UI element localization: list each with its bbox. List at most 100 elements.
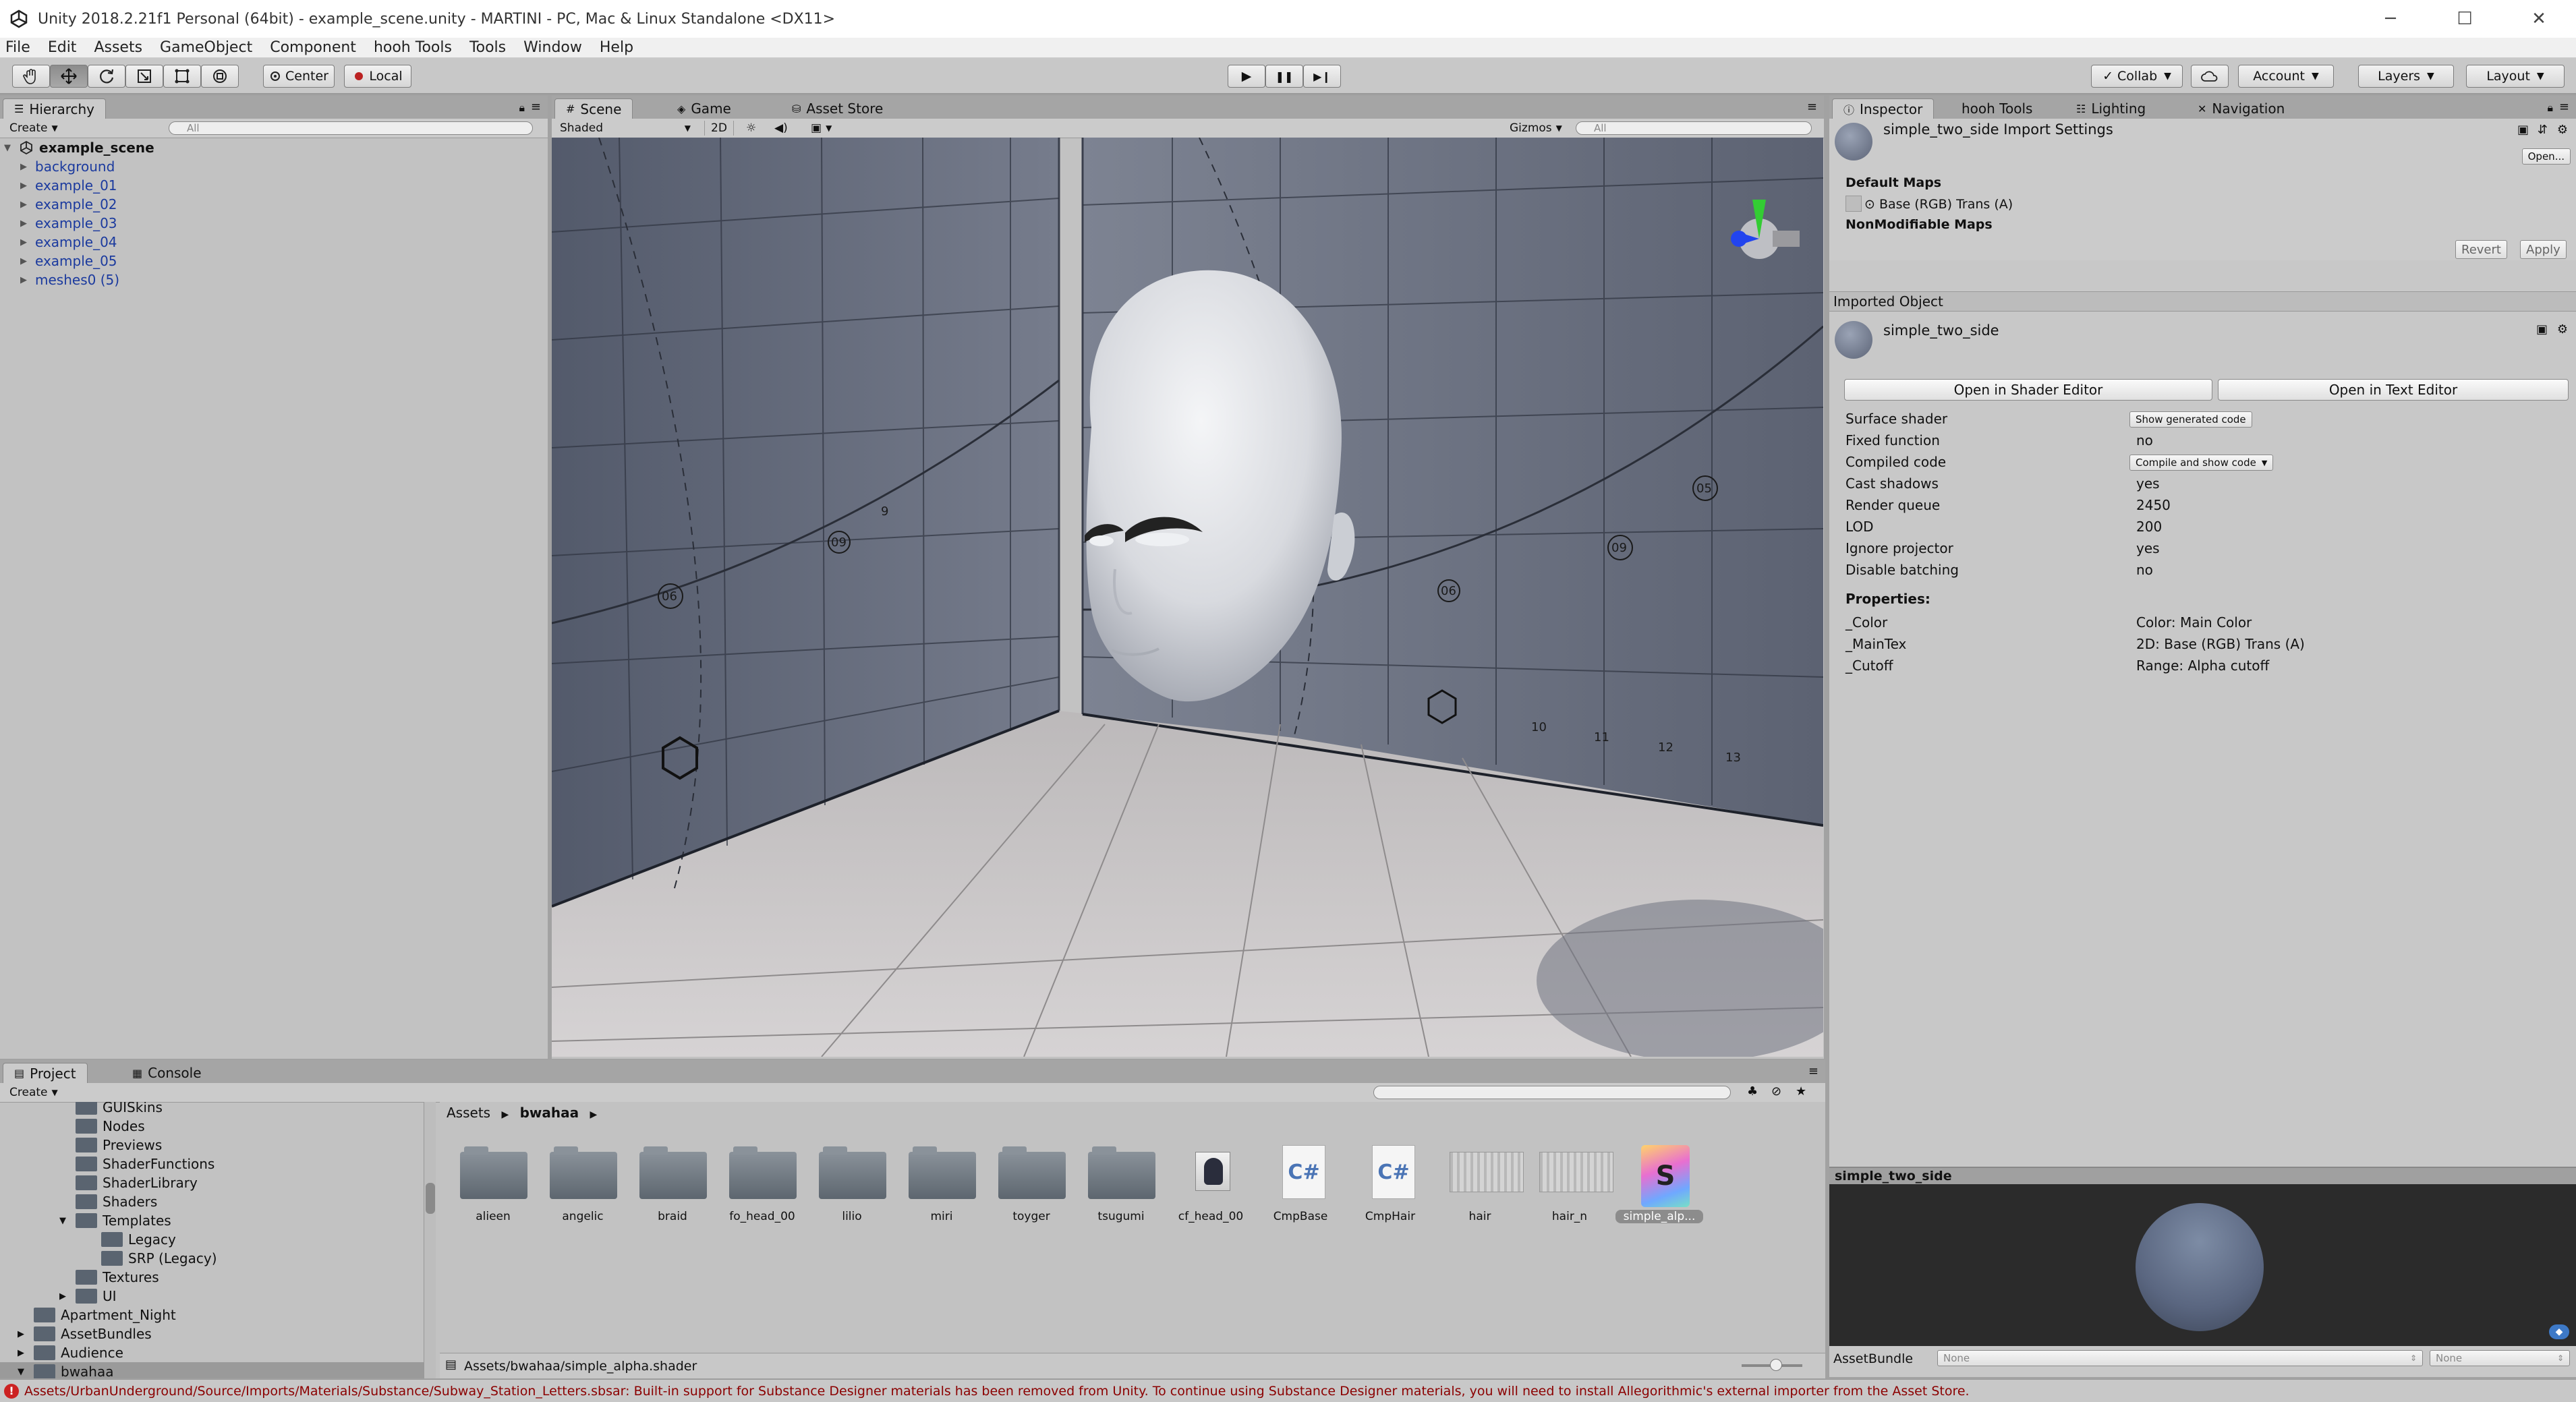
breadcrumb-current[interactable]: bwahaa xyxy=(520,1105,579,1121)
tree-row[interactable]: ▶ Audience xyxy=(0,1343,123,1362)
tree-row-selected[interactable]: ▼ bwahaa xyxy=(0,1362,424,1378)
asset-tile[interactable]: cf_head_00 xyxy=(1167,1145,1248,1233)
menu-window[interactable]: Window xyxy=(523,39,582,56)
filter-label-icon[interactable]: ⊘ xyxy=(1771,1084,1781,1099)
texture-slot[interactable] xyxy=(1845,196,1862,212)
expand-arrow-icon[interactable]: ▶ xyxy=(20,275,30,285)
project-search-input[interactable] xyxy=(1373,1086,1731,1099)
apply-button[interactable]: Apply xyxy=(2520,240,2567,259)
move-tool-button[interactable] xyxy=(50,65,88,88)
panel-menu-icon[interactable]: ≡ xyxy=(1807,100,1817,114)
asset-tile[interactable]: miri xyxy=(898,1145,979,1233)
show-generated-code-button[interactable]: Show generated code xyxy=(2129,411,2252,428)
expand-arrow-icon[interactable]: ▶ xyxy=(20,200,30,210)
asset-tile[interactable]: hair_n xyxy=(1526,1145,1613,1233)
compile-and-show-code-dropdown[interactable]: Compile and show code ▼ xyxy=(2129,455,2274,471)
hierarchy-scene-row[interactable]: ▼ example_scene xyxy=(4,139,154,156)
expand-arrow-icon[interactable]: ▼ xyxy=(0,1367,34,1377)
tab-lighting[interactable]: ☷ Lighting xyxy=(2065,98,2156,119)
assetbundle-variant-dropdown[interactable]: None ⇕ xyxy=(2430,1350,2570,1366)
expand-arrow-icon[interactable]: ▶ xyxy=(0,1348,34,1358)
menu-assets[interactable]: Assets xyxy=(94,39,142,56)
pause-button[interactable]: ❚❚ xyxy=(1265,65,1303,88)
tree-scrollbar[interactable] xyxy=(424,1102,436,1378)
scene-lighting-toggle[interactable]: ☼ xyxy=(741,121,762,136)
list-item[interactable]: ▶ example_01 xyxy=(20,177,117,194)
mode-2d-toggle[interactable]: 2D xyxy=(704,121,734,136)
local-space-button[interactable]: Local xyxy=(344,65,411,88)
tree-row[interactable]: SRP (Legacy) xyxy=(0,1249,217,1268)
favorite-star-icon[interactable]: ★ xyxy=(1796,1084,1806,1099)
list-item[interactable]: ▶ example_05 xyxy=(20,252,117,270)
expand-arrow-icon[interactable]: ▶ xyxy=(0,1329,34,1339)
asset-tile[interactable]: hair xyxy=(1436,1145,1524,1233)
tree-scrollbar-thumb[interactable] xyxy=(426,1183,435,1214)
list-item[interactable]: ▶ example_02 xyxy=(20,196,117,213)
list-item[interactable]: ▶ example_03 xyxy=(20,214,117,232)
account-dropdown[interactable]: Account ▼ xyxy=(2238,65,2334,88)
minimize-button[interactable]: ─ xyxy=(2353,0,2428,38)
assetbundle-name-dropdown[interactable]: None ⇕ xyxy=(1937,1350,2423,1366)
rotate-tool-button[interactable] xyxy=(88,65,125,88)
preview-area[interactable]: ◆ xyxy=(1829,1184,2576,1346)
list-item[interactable]: ▶ background xyxy=(20,158,115,175)
help-book-icon[interactable]: ▣ xyxy=(2536,322,2548,337)
scene-effects-dropdown[interactable]: ▣ ▼ xyxy=(805,121,837,136)
list-item[interactable]: ▶ example_04 xyxy=(20,233,117,251)
breadcrumb-root[interactable]: Assets xyxy=(447,1105,490,1121)
asset-tile[interactable]: braid xyxy=(629,1145,710,1233)
scene-viewport[interactable]: 06 09 9 06 09 05 10 11 12 13 xyxy=(552,138,1823,1057)
tab-hierarchy[interactable]: ☰ Hierarchy xyxy=(3,98,107,119)
asset-tile[interactable]: angelic xyxy=(539,1145,620,1233)
icon-size-slider[interactable] xyxy=(1742,1359,1802,1371)
open-text-editor-button[interactable]: Open in Text Editor xyxy=(2218,379,2569,401)
gear-icon[interactable]: ⚙ xyxy=(2557,123,2568,137)
tree-row[interactable]: Textures xyxy=(0,1268,159,1287)
expand-arrow-icon[interactable]: ▶ xyxy=(0,1291,76,1302)
gizmos-dropdown[interactable]: Gizmos ▼ xyxy=(1504,121,1568,136)
tree-row[interactable]: Apartment_Night xyxy=(0,1306,176,1324)
tree-row[interactable]: ShaderFunctions xyxy=(0,1155,214,1173)
pivot-center-button[interactable]: Center xyxy=(263,65,335,88)
tab-asset-store[interactable]: ⛁ Asset Store xyxy=(781,98,894,119)
tree-row[interactable]: ShaderLibrary xyxy=(0,1173,198,1192)
tree-row[interactable]: ▼ Templates xyxy=(0,1211,171,1230)
transform-tool-button[interactable] xyxy=(201,65,239,88)
expand-arrow-icon[interactable]: ▼ xyxy=(4,143,13,153)
preview-title[interactable]: simple_two_side xyxy=(1829,1167,2576,1184)
help-book-icon[interactable]: ▣ xyxy=(2517,123,2529,137)
menu-tools[interactable]: Tools xyxy=(469,39,506,56)
hand-tool-button[interactable] xyxy=(12,65,50,88)
gear-icon[interactable]: ⚙ xyxy=(2557,322,2568,337)
asset-tile[interactable]: C# CmpBase xyxy=(1257,1145,1338,1233)
asset-tile-selected[interactable]: Ssimple_alp... xyxy=(1615,1145,1703,1233)
step-button[interactable]: ▶❙ xyxy=(1303,65,1341,88)
expand-arrow-icon[interactable]: ▶ xyxy=(20,162,30,172)
tag-icon[interactable]: ◆ xyxy=(2549,1324,2569,1339)
rect-tool-button[interactable] xyxy=(163,65,201,88)
menu-gameobject[interactable]: GameObject xyxy=(160,39,252,56)
asset-tile[interactable]: tsugumi xyxy=(1077,1145,1158,1233)
filter-type-icon[interactable]: ♣ xyxy=(1747,1084,1758,1099)
tab-hooh-tools[interactable]: hooh Tools xyxy=(1951,98,2043,119)
tab-console[interactable]: ▦ Console xyxy=(121,1063,212,1083)
hierarchy-create-button[interactable]: Create ▼ xyxy=(4,121,63,136)
menu-edit[interactable]: Edit xyxy=(48,39,77,56)
scene-audio-toggle[interactable]: ◀) xyxy=(769,121,793,136)
tab-navigation[interactable]: ✕ Navigation xyxy=(2187,98,2295,119)
expand-arrow-icon[interactable]: ▶ xyxy=(20,256,30,266)
tab-inspector[interactable]: ⓘ Inspector xyxy=(1832,98,1935,119)
project-create-button[interactable]: Create ▼ xyxy=(4,1085,63,1100)
tab-game[interactable]: ◈ Game xyxy=(666,98,742,119)
menu-file[interactable]: File xyxy=(5,39,30,56)
asset-tile[interactable]: alieen xyxy=(449,1145,530,1233)
preset-icon[interactable]: ⇵ xyxy=(2538,123,2548,137)
open-button[interactable]: Open... xyxy=(2521,148,2571,165)
icon-size-slider-handle[interactable] xyxy=(1770,1359,1782,1371)
asset-tile[interactable]: fo_head_00 xyxy=(718,1145,799,1233)
menu-component[interactable]: Component xyxy=(270,39,356,56)
expand-arrow-icon[interactable]: ▶ xyxy=(20,218,30,229)
asset-tile[interactable]: C# CmpHair xyxy=(1346,1145,1427,1233)
list-item[interactable]: ▶ meshes0 (5) xyxy=(20,271,119,289)
tab-scene[interactable]: # Scene xyxy=(554,98,633,119)
